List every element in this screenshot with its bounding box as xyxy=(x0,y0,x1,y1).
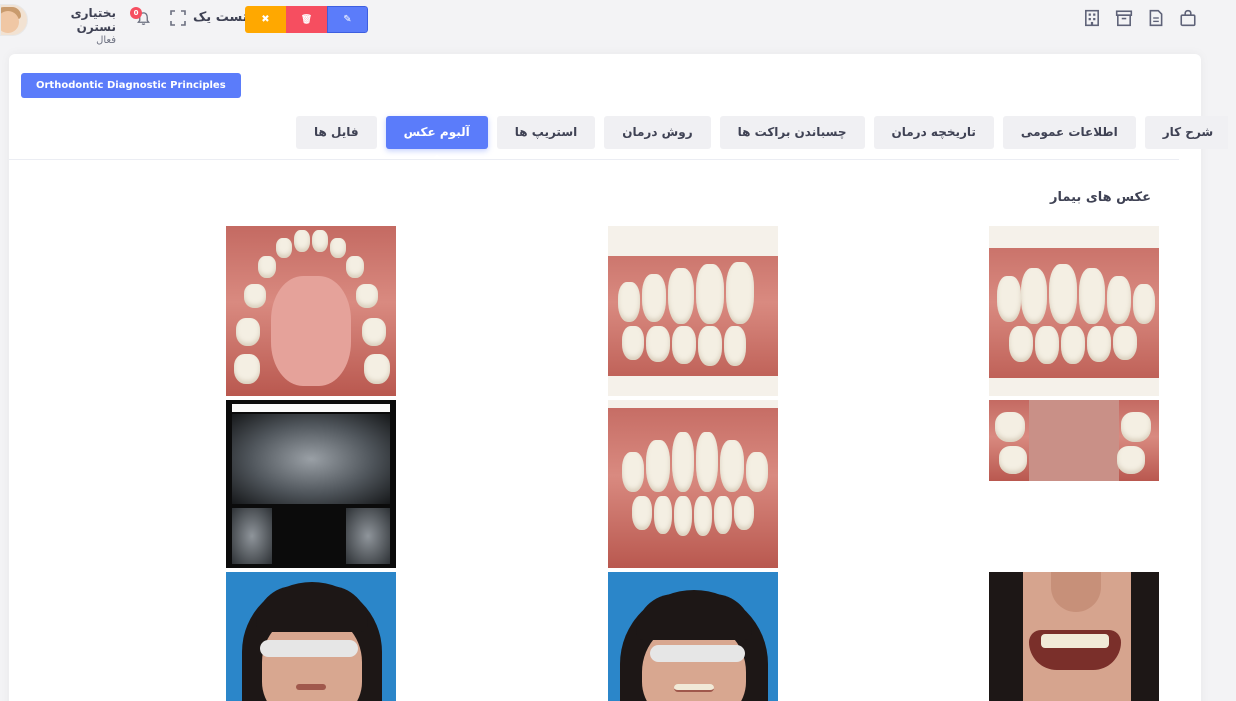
tab-files[interactable]: فایل ها xyxy=(296,116,377,149)
avatar[interactable] xyxy=(0,4,28,36)
delete-button[interactable]: 🗑 xyxy=(286,6,327,33)
shopping-bag-button[interactable] xyxy=(1178,8,1198,28)
user-profile[interactable]: بختیاری نسترن فعال xyxy=(0,4,116,46)
cancel-button[interactable]: ✖ xyxy=(245,6,286,33)
patient-photo-occlusal-lower[interactable] xyxy=(989,400,1159,481)
notification-badge: 0 xyxy=(130,7,142,19)
top-bar: بختیاری نسترن فعال 0 تست یک ✖ 🗑 ✎ xyxy=(0,0,1236,46)
quick-icons xyxy=(1082,8,1198,28)
page-scrollbar[interactable] xyxy=(1228,0,1236,701)
expand-icon xyxy=(170,10,186,26)
tab-job-description[interactable]: شرح کار xyxy=(1144,116,1232,149)
tab-treatment-method[interactable]: روش درمان xyxy=(604,116,711,149)
tab-general-info[interactable]: اطلاعات عمومی xyxy=(1002,116,1136,149)
patient-photo-lateral-right[interactable] xyxy=(989,226,1159,396)
tabs-divider xyxy=(9,159,1179,160)
action-buttons: ✖ 🗑 ✎ xyxy=(245,6,368,33)
user-status: فعال xyxy=(96,35,116,46)
user-name: بختیاری نسترن xyxy=(70,6,116,34)
patient-photo-frontal[interactable] xyxy=(608,400,778,568)
document-icon xyxy=(1149,9,1163,27)
pencil-icon: ✎ xyxy=(343,14,352,25)
tab-bracket-bonding[interactable]: چسباندن براکت ها xyxy=(719,116,865,149)
edit-button[interactable]: ✎ xyxy=(327,6,368,33)
building-button[interactable] xyxy=(1082,8,1102,28)
shopping-bag-icon xyxy=(1180,9,1196,27)
tab-treatment-history[interactable]: تاریخچه درمان xyxy=(873,116,994,149)
notifications-button[interactable]: 0 xyxy=(130,7,152,29)
archive-button[interactable] xyxy=(1114,8,1134,28)
patient-photo-portrait-front[interactable] xyxy=(226,572,396,701)
fullscreen-button[interactable] xyxy=(170,10,186,26)
tab-bar: فایل ها آلبوم عکس استریپ ها روش درمان چس… xyxy=(296,116,1232,161)
patient-photo-occlusal-upper[interactable] xyxy=(226,226,396,396)
document-button[interactable] xyxy=(1146,8,1166,28)
archive-icon xyxy=(1115,10,1133,27)
privacy-blur xyxy=(650,645,745,662)
section-title: عکس های بیمار xyxy=(1050,190,1151,205)
title-badge[interactable]: Orthodontic Diagnostic Principles xyxy=(21,73,241,98)
patient-photo-smile-closeup[interactable] xyxy=(989,572,1159,701)
trash-icon: 🗑 xyxy=(300,14,313,25)
tab-strips[interactable]: استریپ ها xyxy=(496,116,596,149)
privacy-blur xyxy=(260,640,358,657)
patient-card: Orthodontic Diagnostic Principles فایل ه… xyxy=(9,54,1232,701)
close-icon: ✖ xyxy=(261,14,270,25)
building-icon xyxy=(1085,9,1099,27)
patient-photo-lateral-left[interactable] xyxy=(608,226,778,396)
patient-photo-portrait-smile[interactable] xyxy=(608,572,778,701)
patient-photo-panoramic-xray[interactable] xyxy=(226,400,396,568)
record-name: تست یک xyxy=(193,10,248,25)
tab-photo-album[interactable]: آلبوم عکس xyxy=(385,116,488,161)
